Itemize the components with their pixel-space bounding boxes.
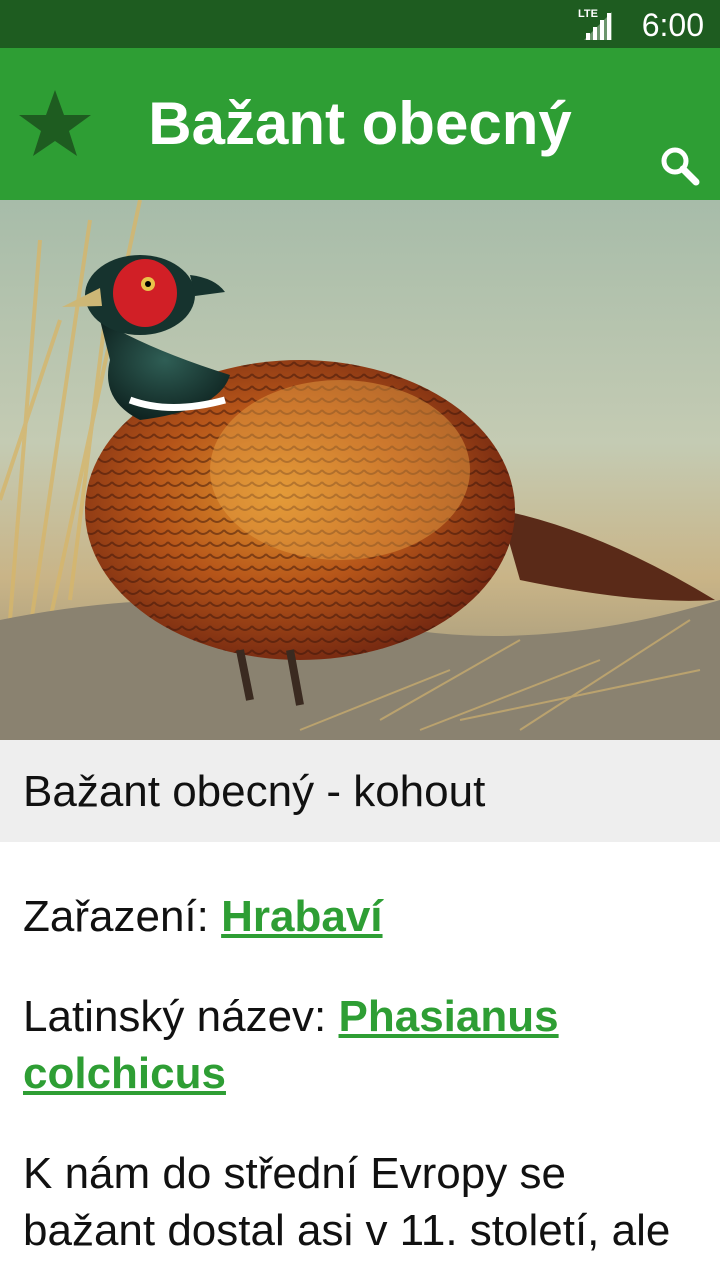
page-title: Bažant obecný [148,90,572,157]
pheasant-image [0,200,720,740]
bird-photo [0,200,720,740]
description-text: K nám do střední Evropy se bažant dostal… [23,1149,671,1255]
app-bar: Bažant obecný [0,48,720,200]
species-details: Zařazení: Hrabaví Latinský název: Phasia… [23,888,703,1259]
signal-icon: LTE [578,8,612,40]
status-bar: LTE 6:00 [0,0,720,48]
photo-caption: Bažant obecný - kohout [0,740,720,842]
network-type-label: LTE [578,8,598,20]
classification-link[interactable]: Hrabaví [221,892,382,941]
star-icon[interactable] [18,88,92,158]
latin-name-label: Latinský název: [23,992,327,1041]
clock: 6:00 [641,7,704,43]
classification-label: Zařazení: [23,892,209,941]
search-button[interactable] [656,142,704,190]
latin-name-row: Latinský název: Phasianus colchicus [23,988,703,1102]
classification-row: Zařazení: Hrabaví [23,888,703,945]
photo-caption-text: Bažant obecný - kohout [23,767,486,816]
search-icon [661,147,700,186]
